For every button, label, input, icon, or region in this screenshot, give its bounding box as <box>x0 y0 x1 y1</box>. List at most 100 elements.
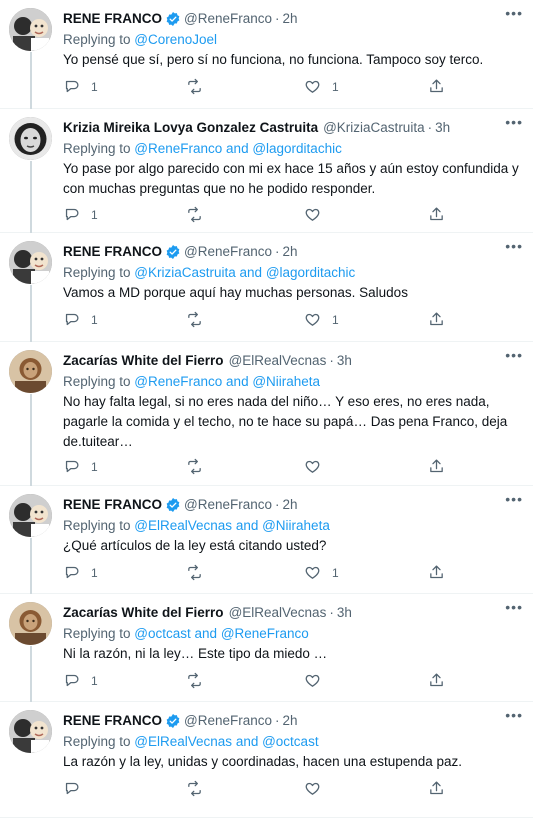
tweet-content: RENE FRANCO @ReneFranco · 2h Replying to @Co… <box>63 10 525 70</box>
retweet-button[interactable] <box>186 311 214 328</box>
more-options-icon[interactable]: ••• <box>505 115 523 129</box>
author-name[interactable]: Krizia Mireika Lovya Gonzalez Castruita <box>63 119 318 137</box>
more-options-icon[interactable]: ••• <box>505 600 523 614</box>
timestamp[interactable]: 3h <box>337 604 352 622</box>
share-button[interactable] <box>428 311 445 328</box>
more-options-icon[interactable]: ••• <box>505 492 523 506</box>
thread-connector-line <box>30 394 32 486</box>
author-name[interactable]: RENE FRANCO <box>63 712 162 730</box>
timestamp[interactable]: 2h <box>283 243 298 261</box>
timestamp[interactable]: 3h <box>435 119 450 137</box>
author-handle[interactable]: @ElRealVecnas <box>229 352 327 370</box>
like-button[interactable] <box>304 780 332 797</box>
author-handle[interactable]: @ElRealVecnas <box>229 604 327 622</box>
tweet-text: La razón y la ley, unidas y coordinadas,… <box>63 754 463 769</box>
mention-link[interactable]: @lagorditachic <box>252 141 342 156</box>
tweet[interactable]: RENE FRANCO @ReneFranco · 2h Replying to @El… <box>0 486 533 594</box>
timestamp[interactable]: 2h <box>283 10 298 28</box>
more-options-icon[interactable]: ••• <box>505 708 523 722</box>
tweet-header: RENE FRANCO @ReneFranco · 2h <box>63 10 525 28</box>
replying-to: Replying to @KriziaCastruita and @lagord… <box>63 263 525 282</box>
author-handle[interactable]: @ReneFranco <box>184 712 272 730</box>
share-button[interactable] <box>428 564 445 581</box>
share-button[interactable] <box>428 672 445 689</box>
author-handle[interactable]: @ReneFranco <box>184 10 272 28</box>
tweet[interactable]: Krizia Mireika Lovya Gonzalez Castruita @… <box>0 109 533 233</box>
mention-link[interactable]: @octcast <box>262 734 318 749</box>
retweet-button[interactable] <box>186 780 214 797</box>
avatar[interactable] <box>9 241 52 284</box>
avatar[interactable] <box>9 494 52 537</box>
like-button[interactable]: 1 <box>304 311 339 328</box>
share-button[interactable] <box>428 780 445 797</box>
tweet[interactable]: RENE FRANCO @ReneFranco · 2h Replying to @El… <box>0 702 533 818</box>
more-options-icon[interactable]: ••• <box>505 6 523 20</box>
reply-button[interactable]: 1 <box>63 672 98 689</box>
mention-link[interactable]: @ReneFranco <box>134 374 222 389</box>
share-button[interactable] <box>428 206 445 223</box>
like-button[interactable]: 1 <box>304 564 339 581</box>
reply-button[interactable]: 1 <box>63 458 98 475</box>
mention-link[interactable]: @ElRealVecnas <box>134 734 232 749</box>
verified-badge-icon <box>165 713 181 729</box>
more-options-icon[interactable]: ••• <box>505 239 523 253</box>
thread-connector-line <box>30 538 32 594</box>
tweet-actions <box>63 780 453 798</box>
mention-link[interactable]: @Niiraheta <box>252 374 320 389</box>
verified-badge-icon <box>165 497 181 513</box>
author-name[interactable]: RENE FRANCO <box>63 496 162 514</box>
timestamp[interactable]: 3h <box>337 352 352 370</box>
avatar[interactable] <box>9 8 52 51</box>
avatar[interactable] <box>9 602 52 645</box>
mention-link[interactable]: @ElRealVecnas <box>134 518 232 533</box>
retweet-button[interactable] <box>186 458 214 475</box>
author-name[interactable]: Zacarías White del Fierro <box>63 352 224 370</box>
like-button[interactable]: 1 <box>304 78 339 95</box>
avatar[interactable] <box>9 350 52 393</box>
like-button[interactable] <box>304 206 332 223</box>
mention-link[interactable]: @Niiraheta <box>262 518 330 533</box>
tweet[interactable]: RENE FRANCO @ReneFranco · 2h Replying to @Co… <box>0 0 533 109</box>
reply-icon <box>63 311 80 328</box>
mention-link[interactable]: @ReneFranco <box>221 626 309 641</box>
retweet-button[interactable] <box>186 672 214 689</box>
tweet-actions: 1 <box>63 458 453 476</box>
retweet-button[interactable] <box>186 564 214 581</box>
like-button[interactable] <box>304 458 332 475</box>
mention-link[interactable]: @CorenoJoel <box>134 32 217 47</box>
reply-button[interactable]: 1 <box>63 564 98 581</box>
mention-link[interactable]: @lagorditachic <box>266 265 356 280</box>
reply-button[interactable]: 1 <box>63 311 98 328</box>
heart-icon <box>304 672 321 689</box>
tweet-text: Yo pensé que sí, pero sí no funciona, no… <box>63 52 484 67</box>
share-button[interactable] <box>428 458 445 475</box>
like-button[interactable] <box>304 672 332 689</box>
tweet[interactable]: RENE FRANCO @ReneFranco · 2h Replying to @Kr… <box>0 233 533 342</box>
tweet-header: Zacarías White del Fierro @ElRealVecnas · 3… <box>63 352 525 370</box>
retweet-icon <box>186 206 203 223</box>
share-button[interactable] <box>428 78 445 95</box>
avatar[interactable] <box>9 117 52 160</box>
retweet-button[interactable] <box>186 206 214 223</box>
more-options-icon[interactable]: ••• <box>505 348 523 362</box>
author-name[interactable]: RENE FRANCO <box>63 243 162 261</box>
timestamp[interactable]: 2h <box>283 712 298 730</box>
author-handle[interactable]: @KriziaCastruita <box>323 119 424 137</box>
reply-button[interactable] <box>63 780 91 797</box>
author-handle[interactable]: @ReneFranco <box>184 496 272 514</box>
avatar[interactable] <box>9 710 52 753</box>
author-name[interactable]: RENE FRANCO <box>63 10 162 28</box>
replying-to: Replying to @ReneFranco and @lagorditach… <box>63 139 525 158</box>
mention-link[interactable]: @octcast <box>134 626 190 641</box>
mention-link[interactable]: @ReneFranco <box>134 141 222 156</box>
retweet-button[interactable] <box>186 78 214 95</box>
tweet[interactable]: Zacarías White del Fierro @ElRealVecnas · 3… <box>0 594 533 702</box>
author-name[interactable]: Zacarías White del Fierro <box>63 604 224 622</box>
tweet[interactable]: Zacarías White del Fierro @ElRealVecnas · 3… <box>0 342 533 486</box>
reply-button[interactable]: 1 <box>63 206 98 223</box>
reply-icon <box>63 78 80 95</box>
reply-button[interactable]: 1 <box>63 78 98 95</box>
author-handle[interactable]: @ReneFranco <box>184 243 272 261</box>
mention-link[interactable]: @KriziaCastruita <box>134 265 235 280</box>
timestamp[interactable]: 2h <box>283 496 298 514</box>
